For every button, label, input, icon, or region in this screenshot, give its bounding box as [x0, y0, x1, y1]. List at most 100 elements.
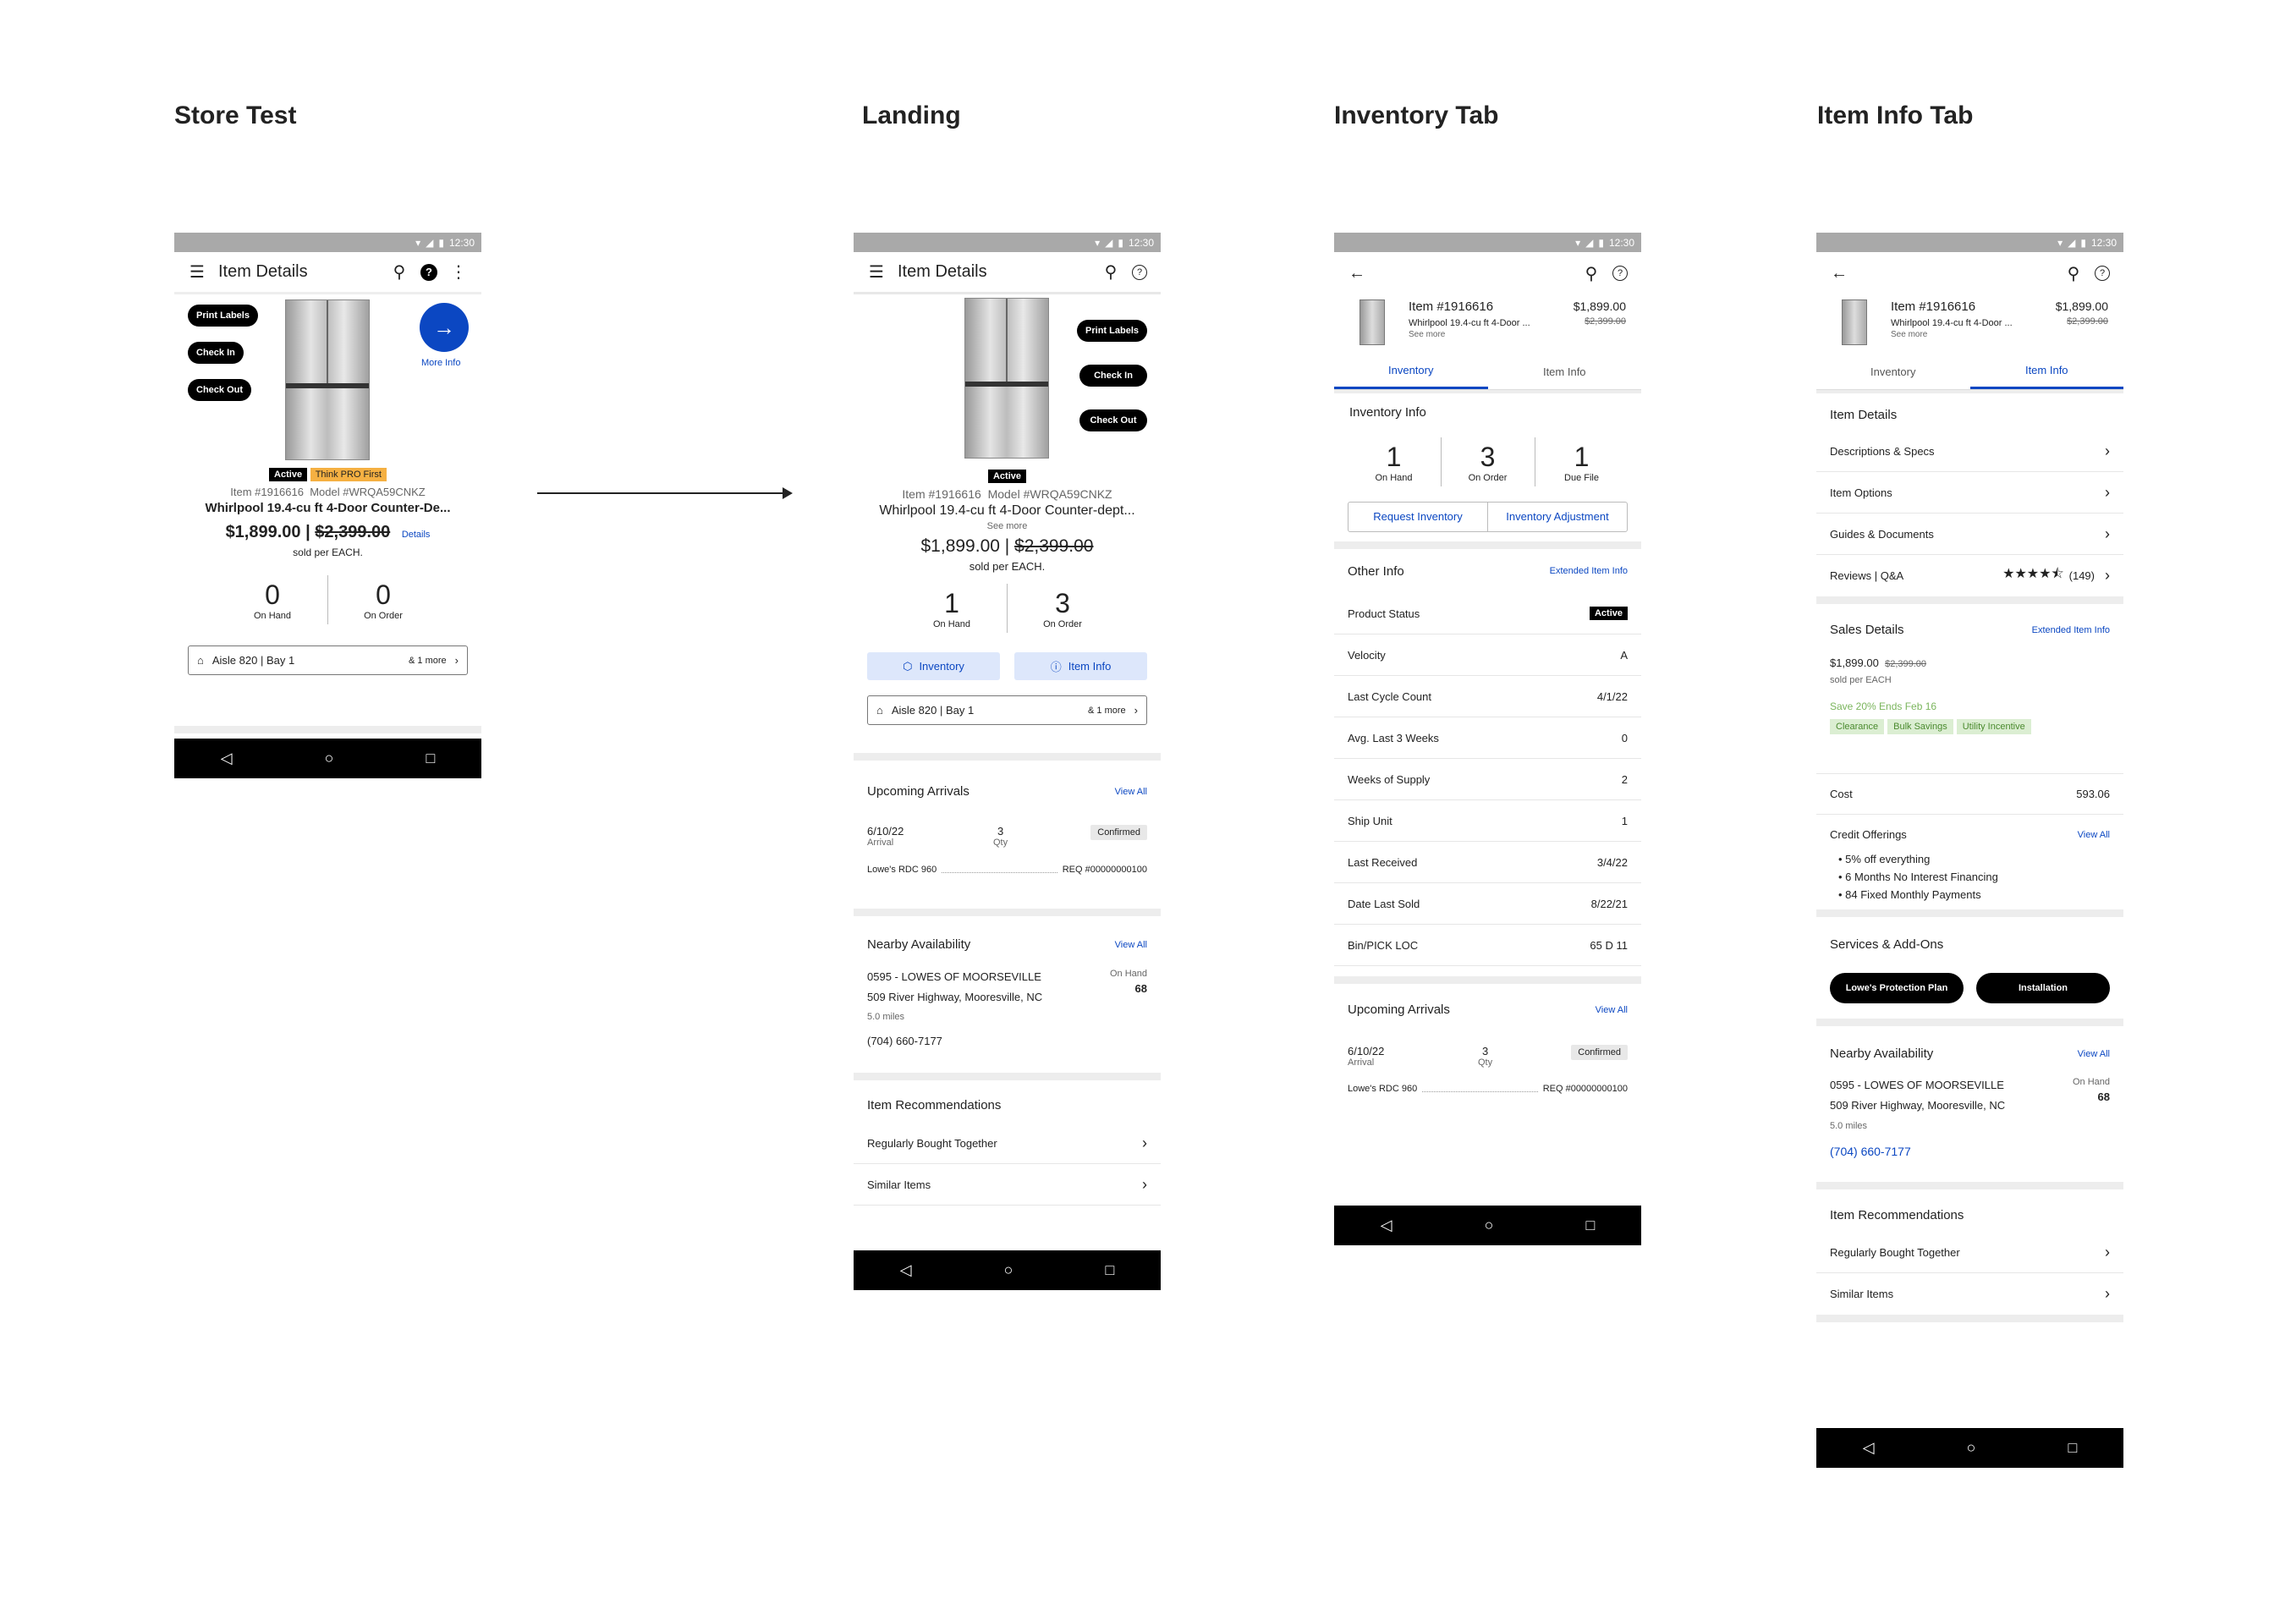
- android-nav-bar: ◁ ○ □: [174, 739, 481, 778]
- home-icon[interactable]: ○: [325, 750, 334, 767]
- item-info-button[interactable]: ⓘ Item Info: [1014, 652, 1147, 680]
- section-heading: Upcoming Arrivals: [867, 784, 969, 799]
- home-icon[interactable]: ○: [1485, 1217, 1494, 1234]
- extended-item-info-link[interactable]: Extended Item Info: [2032, 625, 2110, 635]
- back-icon[interactable]: ◁: [1381, 1217, 1392, 1234]
- print-labels-button[interactable]: Print Labels: [188, 305, 258, 327]
- check-in-button[interactable]: Check In: [188, 342, 244, 364]
- req-number: REQ #00000000100: [1062, 865, 1147, 875]
- arrival-date: 6/10/22: [1348, 1045, 1385, 1057]
- similar-items-row[interactable]: Similar Items ›: [1816, 1273, 2123, 1315]
- flow-arrow: [537, 492, 791, 494]
- section-heading: Sales Details: [1830, 623, 1904, 637]
- print-labels-button[interactable]: Print Labels: [1077, 320, 1147, 342]
- upcoming-arrivals-section: Upcoming Arrivals View All 6/10/22 Arriva…: [854, 761, 1161, 909]
- section-title-landing: Landing: [862, 102, 961, 129]
- back-arrow-icon[interactable]: ←: [1830, 264, 1848, 283]
- check-out-button[interactable]: Check Out: [1079, 409, 1147, 431]
- on-hand-label: On Hand: [932, 618, 971, 629]
- chevron-right-icon: ›: [2105, 1243, 2110, 1261]
- item-number: Item #1916616: [1409, 299, 1494, 314]
- inventory-button[interactable]: ⬡ Inventory: [867, 652, 1000, 680]
- aisle-location[interactable]: ⌂ Aisle 820 | Bay 1 & 1 more ›: [867, 695, 1147, 725]
- view-all-link[interactable]: View All: [2078, 1049, 2110, 1059]
- was-price: $2,399.00: [1585, 316, 1626, 327]
- see-more-link[interactable]: See more: [1891, 330, 1927, 339]
- on-hand-label: On Hand: [2072, 1077, 2110, 1087]
- reviews-row[interactable]: Reviews | Q&A ★★★★⯪ (149) ›: [1816, 555, 2123, 596]
- tab-bar: Inventory Item Info: [1816, 354, 2123, 390]
- view-all-link[interactable]: View All: [1596, 1005, 1628, 1015]
- divider: [1334, 976, 1641, 984]
- recents-icon[interactable]: □: [1106, 1261, 1115, 1279]
- wifi-icon: ▾: [2057, 236, 2063, 249]
- back-icon[interactable]: ◁: [1863, 1439, 1875, 1457]
- more-info-label[interactable]: More Info: [421, 358, 460, 368]
- home-icon[interactable]: ○: [1967, 1439, 1976, 1457]
- more-vert-icon[interactable]: ⋮: [449, 261, 468, 283]
- info-row: Last Received 3/4/22: [1334, 842, 1641, 883]
- descriptions-row[interactable]: Descriptions & Specs ›: [1816, 431, 2123, 472]
- tab-inventory[interactable]: Inventory: [1816, 354, 1970, 389]
- see-more-link[interactable]: See more: [1409, 330, 1445, 339]
- more-info-button[interactable]: →: [420, 303, 469, 352]
- see-more-link[interactable]: See more: [854, 521, 1161, 531]
- guides-row[interactable]: Guides & Documents ›: [1816, 514, 2123, 555]
- pro-badge: Think PRO First: [310, 468, 387, 481]
- help-icon[interactable]: ?: [1612, 266, 1628, 281]
- item-options-row[interactable]: Item Options ›: [1816, 472, 2123, 514]
- similar-items-row[interactable]: Similar Items ›: [854, 1164, 1161, 1206]
- row-label: Date Last Sold: [1348, 897, 1420, 910]
- recents-icon[interactable]: □: [1586, 1217, 1596, 1234]
- nearby-section: Nearby Availability View All 0595 - LOWE…: [854, 916, 1161, 1073]
- status-bar: ▾ ◢ ▮ 12:30: [1334, 233, 1641, 252]
- back-arrow-icon[interactable]: ←: [1348, 264, 1366, 283]
- tab-item-info[interactable]: Item Info: [1969, 354, 2123, 389]
- product-image: [285, 299, 370, 460]
- home-icon[interactable]: ○: [1004, 1261, 1013, 1279]
- check-in-button[interactable]: Check In: [1079, 365, 1147, 387]
- request-inventory-button[interactable]: Request Inventory: [1348, 503, 1488, 531]
- back-icon[interactable]: ◁: [221, 750, 233, 767]
- search-icon[interactable]: ⚲: [390, 261, 409, 283]
- store-address: 509 River Highway, Mooresville, NC: [867, 991, 1043, 1003]
- phone-item-info-tab: ▾ ◢ ▮ 12:30 ← ⚲ ? Item #1916616 Whirlpool 1…: [1816, 233, 2123, 1469]
- bought-together-row[interactable]: Regularly Bought Together ›: [1816, 1232, 2123, 1273]
- menu-icon[interactable]: ☰: [867, 261, 886, 283]
- search-icon[interactable]: ⚲: [2064, 263, 2083, 284]
- view-all-link[interactable]: View All: [2078, 830, 2110, 840]
- recents-icon[interactable]: □: [2068, 1439, 2078, 1457]
- view-all-link[interactable]: View All: [1115, 787, 1147, 797]
- was-price: $2,399.00: [1014, 536, 1094, 556]
- search-icon[interactable]: ⚲: [1582, 263, 1601, 284]
- tab-inventory[interactable]: Inventory: [1334, 354, 1488, 389]
- info-row: Weeks of Supply 2: [1334, 759, 1641, 800]
- bought-together-row[interactable]: Regularly Bought Together ›: [854, 1123, 1161, 1164]
- recents-icon[interactable]: □: [426, 750, 436, 767]
- menu-icon[interactable]: ☰: [188, 261, 206, 283]
- inventory-adjustment-button[interactable]: Inventory Adjustment: [1488, 503, 1627, 531]
- installation-button[interactable]: Installation: [1976, 973, 2110, 1003]
- back-icon[interactable]: ◁: [900, 1261, 912, 1279]
- aisle-location[interactable]: ⌂ Aisle 820 | Bay 1 & 1 more ›: [188, 645, 468, 675]
- tab-item-info[interactable]: Item Info: [1488, 354, 1642, 389]
- row-value: 8/22/21: [1590, 897, 1628, 910]
- store-phone[interactable]: (704) 660-7177: [867, 1035, 942, 1047]
- req-number: REQ #00000000100: [1542, 1084, 1628, 1094]
- android-nav-bar: ◁ ○ □: [854, 1250, 1161, 1290]
- protection-plan-button[interactable]: Lowe's Protection Plan: [1830, 973, 1964, 1003]
- help-icon[interactable]: ?: [2095, 266, 2110, 281]
- status-time: 12:30: [448, 236, 475, 249]
- product-thumbnail: [1842, 299, 1867, 345]
- row-label: Ship Unit: [1348, 814, 1392, 827]
- details-link[interactable]: Details: [402, 530, 431, 540]
- store-phone[interactable]: (704) 660-7177: [1830, 1145, 1911, 1158]
- aisle-text: Aisle 820 | Bay 1: [211, 654, 295, 667]
- help-icon[interactable]: ?: [420, 263, 437, 281]
- help-icon[interactable]: ?: [1132, 264, 1147, 280]
- row-label: Last Cycle Count: [1348, 689, 1431, 703]
- check-out-button[interactable]: Check Out: [188, 379, 252, 401]
- search-icon[interactable]: ⚲: [1101, 261, 1120, 283]
- extended-item-info-link[interactable]: Extended Item Info: [1550, 566, 1628, 576]
- view-all-link[interactable]: View All: [1115, 940, 1147, 950]
